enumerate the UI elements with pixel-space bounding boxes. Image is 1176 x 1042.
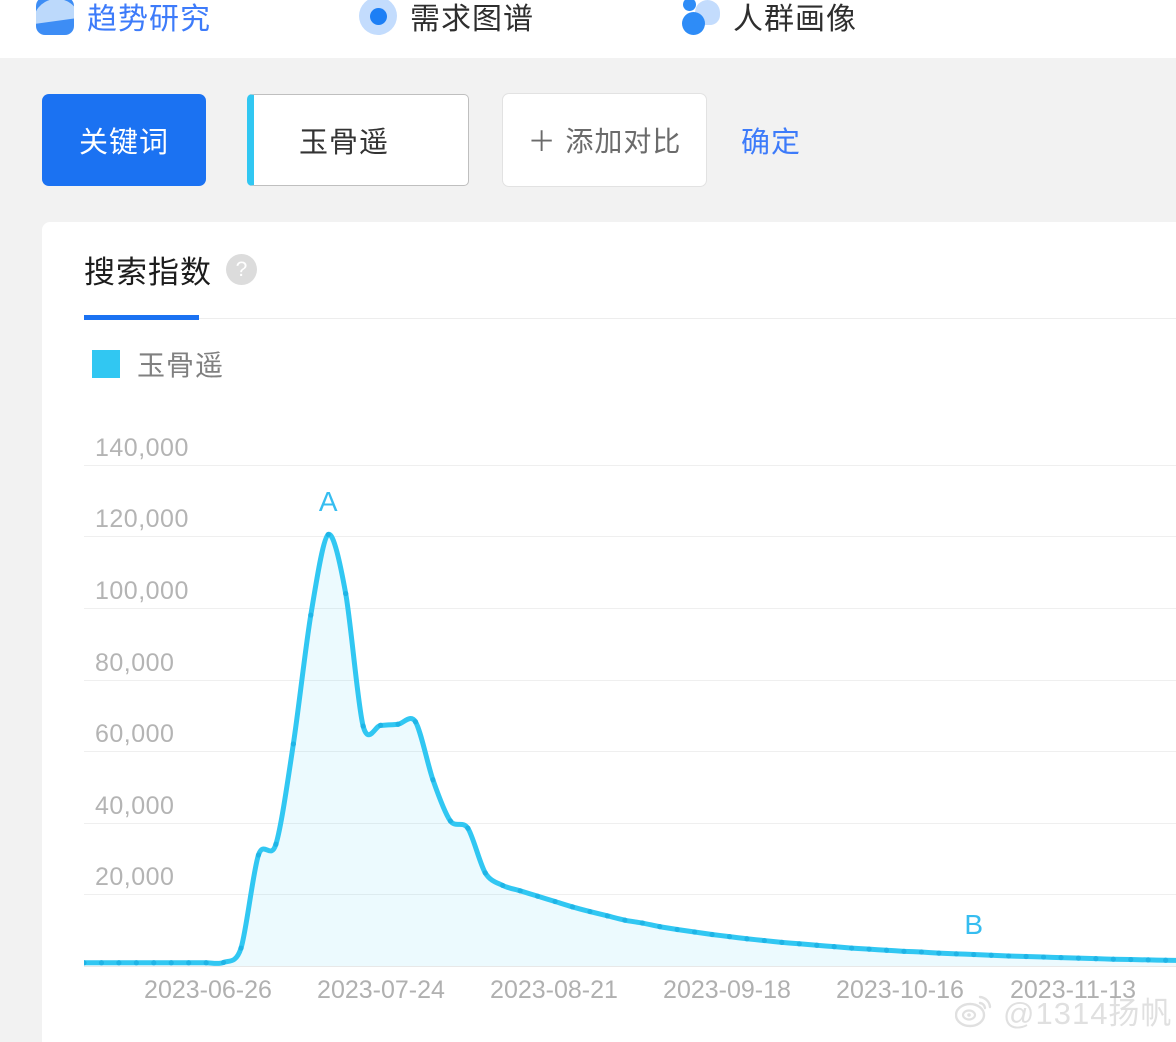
x-axis-tick-label: 2023-10-16 xyxy=(836,976,964,1004)
chart-legend[interactable]: 玉骨遥 xyxy=(92,344,224,384)
keyword-input[interactable]: 玉骨遥 xyxy=(247,94,469,186)
help-icon[interactable]: ? xyxy=(226,254,257,285)
x-axis-tick-label: 2023-07-24 xyxy=(317,976,445,1004)
tab-search-index[interactable]: 搜索指数 ? xyxy=(84,247,257,314)
legend-label: 玉骨遥 xyxy=(137,350,225,381)
chart-annotation-b: B xyxy=(964,909,984,941)
nav-label-trend-research: 趋势研究 xyxy=(87,3,211,36)
confirm-button[interactable]: 确定 xyxy=(741,119,801,161)
x-axis-tick-label: 2023-11-13 xyxy=(1009,976,1137,1004)
search-index-card: 搜索指数 ? 玉骨遥 20,000 40,000 60,000 80,000 100,0… xyxy=(42,222,1176,1042)
legend-swatch xyxy=(92,350,120,378)
add-comparison-button[interactable]: ＋ 添加对比 xyxy=(502,93,707,187)
people-icon xyxy=(682,0,720,35)
trend-icon xyxy=(36,0,74,35)
search-index-chart[interactable]: 20,000 40,000 60,000 80,000 100,000 120,000 14… xyxy=(84,434,1176,1004)
search-toolbar: 关键词 玉骨遥 ＋ 添加对比 确定 xyxy=(0,58,1176,222)
chart-annotation-a: A xyxy=(318,486,338,518)
tab-active-indicator xyxy=(84,315,199,320)
nav-item-trend-research[interactable]: 趋势研究 xyxy=(36,0,211,38)
nav-label-audience-profile: 人群画像 xyxy=(733,3,857,36)
target-icon xyxy=(359,0,397,35)
x-axis-tick-label: 2023-08-21 xyxy=(490,976,618,1004)
tab-search-index-label: 搜索指数 xyxy=(84,255,212,290)
series-yugu-yao xyxy=(84,531,1176,966)
top-navigation: 趋势研究 需求图谱 人群画像 xyxy=(0,0,1176,58)
nav-item-demand-graph[interactable]: 需求图谱 xyxy=(359,0,534,38)
x-axis-tick-label: 2023-09-18 xyxy=(663,976,791,1004)
nav-item-audience-profile[interactable]: 人群画像 xyxy=(682,0,857,38)
nav-label-demand-graph: 需求图谱 xyxy=(410,3,534,36)
x-axis-tick-label: 2023-06-26 xyxy=(144,976,272,1004)
tab-divider xyxy=(84,318,1176,319)
card-tabs: 搜索指数 ? xyxy=(84,247,257,314)
keyword-type-button[interactable]: 关键词 xyxy=(42,94,206,186)
